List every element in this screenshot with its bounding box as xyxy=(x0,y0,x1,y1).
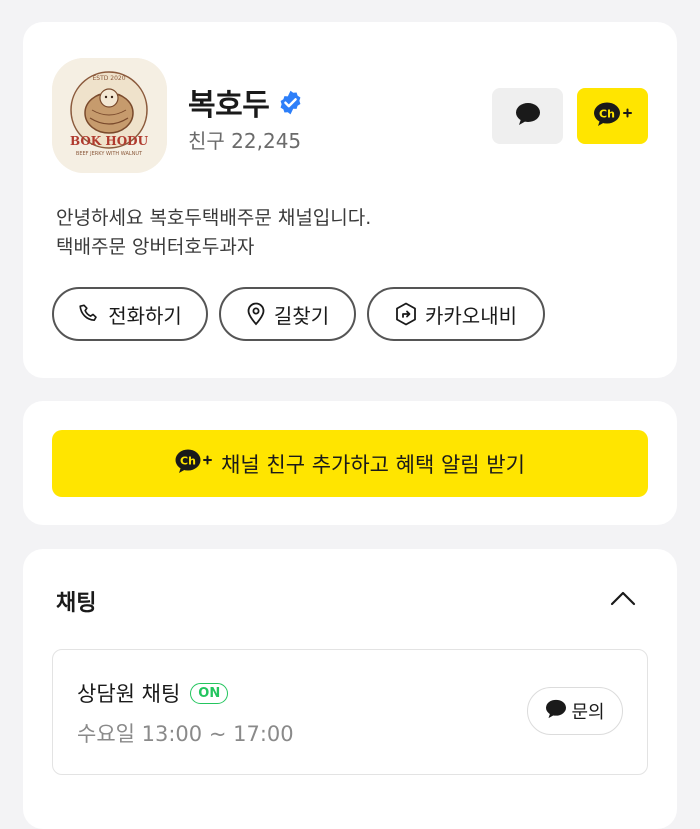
speech-bubble-icon xyxy=(515,102,541,130)
section-title-chat: 채팅 xyxy=(56,591,97,616)
channel-plus-icon: Ch xyxy=(593,101,633,131)
verified-badge-icon xyxy=(277,89,304,116)
channel-plus-ch-text: Ch xyxy=(180,455,196,468)
agent-chat-box: 상담원 채팅 ON 수요일 13:00 ~ 17:00 문의 xyxy=(52,649,648,775)
description-line-2: 택배주문 앙버터호두과자 xyxy=(56,236,255,258)
navigation-hexagon-icon xyxy=(395,302,417,326)
inquiry-button[interactable]: 문의 xyxy=(527,687,623,735)
speech-bubble-icon xyxy=(545,699,567,724)
channel-description: 안녕하세요 복호두택배주문 채널입니다. 택배주문 앙버터호두과자 xyxy=(56,204,371,262)
directions-button[interactable]: 길찾기 xyxy=(219,287,356,341)
description-line-1: 안녕하세요 복호두택배주문 채널입니다. xyxy=(56,207,372,229)
status-badge: ON xyxy=(190,682,229,704)
inquiry-label: 문의 xyxy=(571,702,605,723)
logo-estd-text: ESTD 2020 xyxy=(92,75,125,82)
channel-plus-ch-text: Ch xyxy=(599,108,615,121)
phone-icon xyxy=(78,303,100,325)
friend-count: 친구 22,245 xyxy=(188,129,302,153)
channel-plus-icon: Ch xyxy=(175,448,213,479)
call-label: 전화하기 xyxy=(108,303,182,328)
chat-button[interactable] xyxy=(492,88,563,144)
add-friend-label: 채널 친구 추가하고 혜택 알림 받기 xyxy=(221,452,525,477)
directions-label: 길찾기 xyxy=(273,303,330,328)
agent-chat-hours: 수요일 13:00 ~ 17:00 xyxy=(77,722,294,746)
kakaonavi-label: 카카오내비 xyxy=(425,303,517,328)
add-friend-benefits-button[interactable]: Ch 채널 친구 추가하고 혜택 알림 받기 xyxy=(52,430,648,497)
chat-section-card: 채팅 상담원 채팅 ON 수요일 13:00 ~ 17:00 문의 xyxy=(23,549,677,829)
profile-card: ESTD 2020 BOK HODU BEEF JERKY WITH WALNU… xyxy=(23,22,677,378)
agent-chat-label: 상담원 채팅 xyxy=(77,682,181,706)
agent-chat-title: 상담원 채팅 ON xyxy=(77,678,229,708)
kakaonavi-button[interactable]: 카카오내비 xyxy=(367,287,545,341)
add-friend-card: Ch 채널 친구 추가하고 혜택 알림 받기 xyxy=(23,401,677,525)
call-button[interactable]: 전화하기 xyxy=(52,287,208,341)
logo-tagline-text: BEEF JERKY WITH WALNUT xyxy=(76,151,143,157)
add-channel-button[interactable]: Ch xyxy=(577,88,648,144)
channel-name: 복호두 xyxy=(188,88,270,123)
channel-title: 복호두 xyxy=(188,80,304,124)
collapse-button[interactable] xyxy=(608,587,638,613)
chevron-up-icon xyxy=(610,590,636,610)
channel-logo[interactable]: ESTD 2020 BOK HODU BEEF JERKY WITH WALNU… xyxy=(52,58,167,173)
map-pin-icon xyxy=(246,302,266,326)
logo-brand-text: BOK HODU xyxy=(70,134,149,148)
